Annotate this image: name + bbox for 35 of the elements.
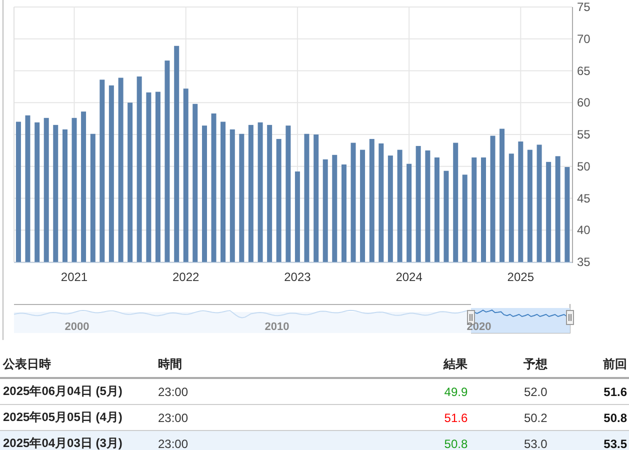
y-axis-label: 40	[577, 223, 590, 238]
y-axis-label: 45	[577, 191, 590, 206]
navigator-label: 2020	[466, 321, 492, 333]
table-cell: 53.5	[549, 430, 629, 450]
column-header: 前回	[549, 352, 629, 378]
table-cell: 52.0	[470, 378, 550, 404]
table-cell: 51.6	[549, 378, 629, 404]
table-cell: 2025年04月03日 (3月)	[0, 430, 155, 450]
table-cell: 23:00	[155, 430, 390, 450]
y-axis-label: 50	[577, 159, 590, 174]
y-axis-label: 70	[577, 32, 590, 46]
y-axis-label: 55	[577, 128, 590, 142]
column-header: 時間	[155, 352, 390, 378]
navigator-label: 2010	[264, 321, 290, 333]
column-header: 公表日時	[0, 352, 155, 378]
table-row[interactable]: 2025年06月04日 (5月) 23:00 49.9 52.0 51.6	[0, 378, 629, 404]
table-cell: 49.9	[390, 378, 470, 404]
table-cell: 2025年06月04日 (5月)	[0, 378, 155, 404]
column-header: 結果	[390, 352, 470, 378]
range-handle[interactable]	[566, 310, 574, 325]
table-cell: 50.8	[390, 430, 470, 450]
x-axis-label: 2022	[172, 270, 200, 284]
x-axis-label: 2024	[396, 270, 422, 284]
table-cell: 23:00	[155, 378, 390, 404]
y-axis-label: 35	[577, 255, 590, 269]
x-axis-label: 2023	[284, 270, 311, 284]
x-axis-label: 2025	[507, 270, 534, 284]
x-axis-label: 2021	[60, 270, 88, 284]
y-axis-label: 65	[577, 64, 590, 78]
column-header: 予想	[470, 352, 550, 378]
y-axis-label: 60	[577, 96, 590, 110]
table-cell: 53.0	[470, 430, 550, 450]
y-axis-label: 75	[577, 0, 590, 14]
navigator-label: 2000	[64, 321, 90, 333]
selected-row[interactable]: 2025年04月03日 (3月) 23:00 50.8 53.0 53.5	[0, 430, 629, 450]
